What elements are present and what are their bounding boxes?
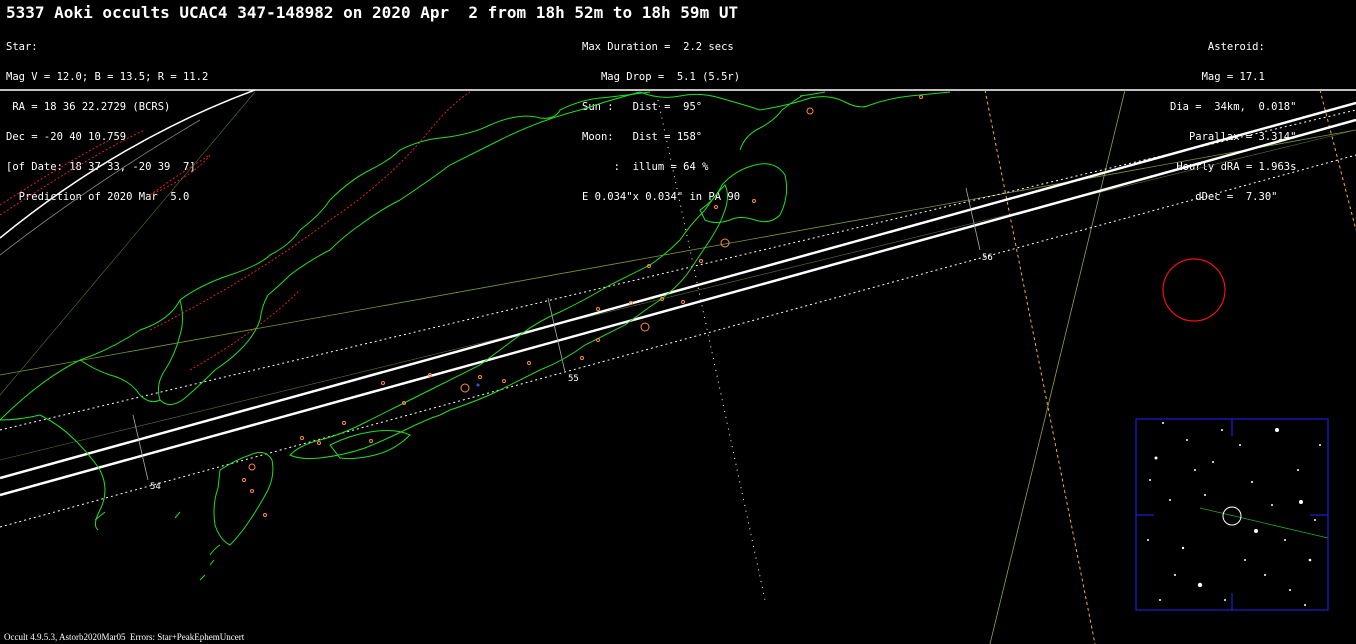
star-field-frame bbox=[1135, 418, 1329, 611]
city-marker bbox=[699, 259, 703, 263]
city-marker bbox=[402, 401, 406, 405]
time-label-55: 55 bbox=[568, 374, 579, 384]
city-marker bbox=[263, 513, 267, 517]
asteroid-info-line: Parallax = 3.314" bbox=[1188, 131, 1297, 143]
moon-circle bbox=[1162, 258, 1226, 322]
field-stars bbox=[1147, 422, 1321, 606]
target-star-circle bbox=[1222, 506, 1242, 526]
city-marker bbox=[342, 421, 346, 425]
coastline-bay bbox=[79, 359, 161, 403]
time-label-54: 54 bbox=[150, 482, 161, 492]
city-marker bbox=[300, 436, 304, 440]
event-info-line: E 0.034"x 0.034" in PA 90 bbox=[582, 191, 741, 203]
coastline-islands bbox=[94, 511, 221, 581]
city-marker bbox=[381, 381, 385, 385]
city-marker bbox=[681, 300, 685, 304]
city-marker bbox=[428, 373, 432, 377]
asteroid-info-line: Asteroid: bbox=[1207, 41, 1297, 53]
event-info-line: Max Duration = 2.2 secs bbox=[582, 41, 734, 53]
time-label-56: 56 bbox=[982, 253, 993, 263]
city-marker bbox=[596, 338, 600, 342]
star-info: Star: Mag V = 12.0; B = 13.5; R = 11.2 R… bbox=[6, 22, 208, 212]
star-info-line: Prediction of 2020 Mar 5.0 bbox=[6, 191, 190, 203]
graticule-line bbox=[989, 89, 1126, 644]
coastline-kurils bbox=[799, 91, 826, 97]
city-marker bbox=[806, 107, 814, 115]
city-marker bbox=[527, 361, 531, 365]
city-marker bbox=[460, 383, 470, 393]
event-info-line: : illum = 64 % bbox=[582, 161, 709, 173]
page-title: 5337 Aoki occults UCAC4 347-148982 on 20… bbox=[6, 3, 739, 22]
event-info-line: Moon: Dist = 158° bbox=[582, 131, 703, 143]
event-info-line: Mag Drop = 5.1 (5.5r) bbox=[582, 71, 741, 83]
event-info-line: Sun : Dist = 95° bbox=[582, 101, 703, 113]
terminator-line bbox=[1319, 89, 1356, 231]
star-info-line: Mag V = 12.0; B = 13.5; R = 11.2 bbox=[6, 71, 209, 83]
city-marker bbox=[640, 322, 650, 332]
coastline-sakhalin bbox=[739, 95, 803, 151]
star-field-inset bbox=[1135, 418, 1329, 611]
city-marker bbox=[596, 307, 600, 311]
terminator-line bbox=[984, 89, 1096, 644]
star-info-line: [of Date: 18 37 33, -20 39 7] bbox=[6, 161, 196, 173]
city-marker bbox=[250, 489, 254, 493]
city-marker bbox=[919, 95, 923, 99]
city-marker bbox=[647, 264, 651, 268]
asteroid-info: Asteroid: Mag = 17.1 Dia = 34km, 0.018" … bbox=[1170, 22, 1296, 212]
city-marker bbox=[248, 463, 256, 471]
star-info-line: Dec = -20 40 10.759 bbox=[6, 131, 127, 143]
city-marker bbox=[317, 441, 321, 445]
city-marker bbox=[369, 439, 373, 443]
asteroid-info-line: Mag = 17.1 bbox=[1201, 71, 1297, 83]
asteroid-info-line: Dia = 34km, 0.018" bbox=[1170, 101, 1297, 113]
asteroid-info-line: Hourly dRA = 1.963s bbox=[1176, 161, 1297, 173]
coastline-kyushu bbox=[213, 451, 274, 546]
footer-credits: Occult 4.9.5.3, Astorb2020Mar05 Errors: … bbox=[4, 632, 245, 642]
coastline-honshu bbox=[289, 184, 728, 460]
twilight-line-3 bbox=[189, 289, 301, 371]
city-marker bbox=[476, 383, 480, 387]
time-tick-56 bbox=[965, 187, 981, 251]
city-marker bbox=[629, 301, 633, 305]
coastline-korea bbox=[157, 294, 269, 405]
coastline-shikoku bbox=[329, 430, 411, 460]
city-marker bbox=[478, 375, 482, 379]
asteroid-track bbox=[1199, 507, 1329, 539]
city-marker bbox=[502, 379, 506, 383]
city-marker bbox=[720, 238, 730, 248]
time-tick-54 bbox=[132, 414, 149, 481]
city-marker bbox=[242, 478, 246, 482]
city-marker bbox=[752, 199, 756, 203]
asteroid-info-line: dDec = 7.30" bbox=[1195, 191, 1297, 203]
city-marker bbox=[580, 356, 584, 360]
star-info-line: RA = 18 36 22.2729 (BCRS) bbox=[6, 101, 171, 113]
time-tick-55 bbox=[547, 297, 566, 373]
event-info: Max Duration = 2.2 secs Mag Drop = 5.1 (… bbox=[582, 22, 740, 212]
city-marker bbox=[660, 297, 664, 301]
coastline-china-south bbox=[0, 414, 106, 531]
star-info-line: Star: bbox=[6, 41, 38, 53]
